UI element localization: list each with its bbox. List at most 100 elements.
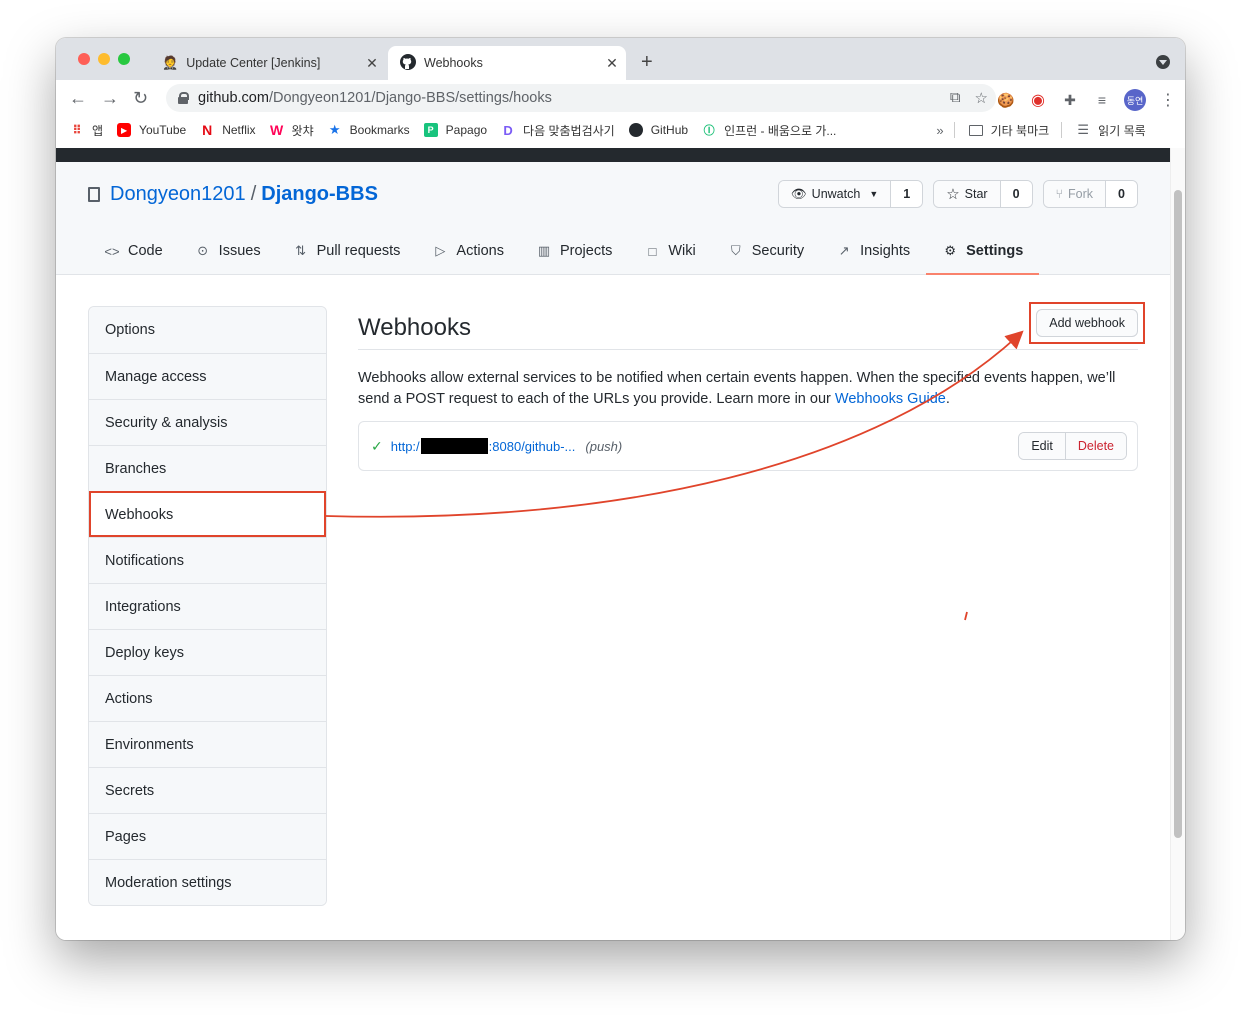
other-bookmarks[interactable]: 기타 북마크 (968, 122, 1049, 139)
sidebar-item-pages[interactable]: Pages (89, 813, 326, 859)
webhooks-guide-link[interactable]: Webhooks Guide (835, 391, 946, 407)
sidebar-item-actions[interactable]: Actions (89, 675, 326, 721)
sidebar-item-deploy-keys[interactable]: Deploy keys (89, 629, 326, 675)
bookmark-star-icon[interactable]: ☆ (975, 89, 988, 107)
add-webhook-button[interactable]: Add webhook (1036, 309, 1138, 337)
profile-avatar[interactable]: 동연 (1124, 89, 1146, 111)
github-header-band (56, 148, 1170, 162)
star-group: ☆ Star 0 (933, 180, 1033, 208)
sidebar-item-secrets[interactable]: Secrets (89, 767, 326, 813)
tab-actions[interactable]: ▷ Actions (416, 228, 520, 274)
bookmark-papago[interactable]: P Papago (423, 123, 487, 137)
dropdown-caret-icon: ▼ (869, 189, 879, 199)
browser-tab-webhooks[interactable]: Webhooks ✕ (388, 46, 626, 80)
bookmark-github[interactable]: GitHub (628, 123, 688, 137)
lock-icon (178, 92, 189, 104)
tab-pull-requests[interactable]: ⇅ Pull requests (277, 228, 417, 274)
sidebar-item-options[interactable]: Options (89, 307, 326, 353)
book-icon: □ (648, 243, 657, 259)
bookmark-daum[interactable]: D 다음 맞춤법검사기 (501, 122, 614, 139)
fork-icon: ⑂ (1055, 187, 1064, 201)
repo-header: Dongyeon1201 / Django-BBS 👁 Unwatch ▼ 1 ☆ S… (56, 162, 1170, 275)
webhooks-main: Webhooks Add webhook Webhooks allow exte… (358, 302, 1145, 471)
pull-request-icon: ⇅ (295, 243, 307, 258)
tab-search-icon[interactable] (1156, 55, 1170, 69)
translate-icon[interactable]: ⧉ (950, 89, 961, 107)
tab-insights[interactable]: ↗ Insights (820, 228, 926, 274)
shield-icon: ⛉ (730, 243, 741, 258)
sidebar-item-webhooks[interactable]: Webhooks (89, 491, 326, 537)
tab-code[interactable]: <> Code (88, 228, 179, 274)
new-tab-button[interactable]: + (641, 52, 653, 72)
browser-tab-jenkins[interactable]: 🤵 Update Center [Jenkins] ✕ (152, 46, 386, 80)
star-button[interactable]: ☆ Star (934, 181, 1001, 207)
address-bar[interactable]: github.com/Dongyeon1201/Django-BBS/setti… (166, 84, 996, 112)
bookmark-netflix[interactable]: N Netflix (200, 122, 255, 138)
bookmarks-bar: ⠿ 앱 ▶ YouTube N Netflix W 왓챠 ★ Bookmarks P Pap… (56, 116, 1185, 144)
minimize-window-button[interactable] (98, 53, 110, 65)
close-tab-icon[interactable]: ✕ (604, 55, 620, 72)
watchers-count[interactable]: 1 (891, 181, 923, 207)
repo-owner-link[interactable]: Dongyeon1201 (110, 183, 246, 206)
stars-count[interactable]: 0 (1000, 181, 1032, 207)
bookmark-bookmarks[interactable]: ★ Bookmarks (328, 122, 410, 137)
tab-wiki[interactable]: □ Wiki (628, 228, 711, 274)
sidebar-item-integrations[interactable]: Integrations (89, 583, 326, 629)
url-text: github.com/Dongyeon1201/Django-BBS/setti… (198, 90, 552, 106)
scrollbar-thumb[interactable] (1174, 190, 1182, 838)
graph-icon: ↗ (838, 243, 850, 258)
close-window-button[interactable] (78, 53, 90, 65)
close-tab-icon[interactable]: ✕ (364, 55, 380, 72)
bookmarks-overflow-icon[interactable]: » (936, 123, 943, 138)
tab-strip: 🤵 Update Center [Jenkins] ✕ Webhooks ✕ + (56, 38, 1185, 80)
unwatch-button[interactable]: 👁 Unwatch ▼ (778, 181, 892, 207)
folder-icon (968, 124, 983, 136)
daum-icon: D (503, 122, 513, 138)
tab-title: Update Center [Jenkins] (186, 56, 321, 70)
sidebar-item-security-analysis[interactable]: Security & analysis (89, 399, 326, 445)
maximize-window-button[interactable] (118, 53, 130, 65)
star-outline-icon: ☆ (946, 186, 960, 203)
bookmark-inflearn[interactable]: Ⓘ 인프런 - 배움으로 가... (702, 122, 837, 139)
github-page: Dongyeon1201 / Django-BBS 👁 Unwatch ▼ 1 ☆ S… (56, 148, 1170, 940)
back-arrow-icon[interactable]: ← (69, 89, 87, 107)
jenkins-favicon-icon: 🤵 (162, 55, 179, 70)
repo-separator: / (250, 183, 257, 205)
tab-projects[interactable]: ▥ Projects (520, 228, 628, 274)
webhook-url-link[interactable]: http:/:8080/github-... (391, 438, 575, 454)
delete-webhook-button[interactable]: Delete (1065, 433, 1126, 459)
reading-list[interactable]: ☰ 읽기 목록 (1076, 122, 1145, 139)
red-extension-icon[interactable]: ◉ (1028, 90, 1048, 110)
settings-sidebar: Options Manage access Security & analysi… (88, 306, 327, 906)
reading-list-icon: ☰ (1077, 122, 1089, 137)
sidebar-item-manage-access[interactable]: Manage access (89, 353, 326, 399)
webhooks-description: Webhooks allow external services to be n… (358, 370, 1116, 407)
forks-count[interactable]: 0 (1106, 181, 1137, 207)
bookmarks-divider (953, 122, 955, 138)
edit-webhook-button[interactable]: Edit (1019, 433, 1066, 459)
repo-name-link[interactable]: Django-BBS (261, 183, 378, 206)
github-favicon-icon (400, 53, 416, 73)
forward-arrow-icon[interactable]: → (101, 89, 119, 107)
bookmark-apps[interactable]: ⠿ 앱 (70, 122, 103, 139)
reload-icon[interactable]: ↻ (133, 89, 148, 107)
menu-kebab-icon[interactable]: ⋮ (1158, 90, 1178, 110)
puzzle-extensions-icon[interactable]: ✚ (1060, 90, 1080, 110)
sidebar-item-branches[interactable]: Branches (89, 445, 326, 491)
play-icon: ▷ (435, 243, 446, 258)
tab-settings[interactable]: ⚙ Settings (926, 228, 1040, 275)
tab-issues[interactable]: ⊙ Issues (179, 228, 277, 274)
sidebar-item-environments[interactable]: Environments (89, 721, 326, 767)
fork-button[interactable]: ⑂ Fork (1043, 181, 1107, 207)
bookmark-youtube[interactable]: ▶ YouTube (117, 123, 186, 137)
sidebar-item-moderation-settings[interactable]: Moderation settings (89, 859, 326, 905)
gear-icon: ⚙ (944, 243, 956, 258)
redacted-host (420, 438, 488, 454)
cookie-extension-icon[interactable]: 🍪 (996, 90, 1016, 110)
sidebar-item-notifications[interactable]: Notifications (89, 537, 326, 583)
tab-security[interactable]: ⛉ Security (712, 228, 820, 274)
media-control-icon[interactable]: ≡ (1092, 90, 1112, 110)
webhook-row: ✓ http:/:8080/github-... (push) Edit Del… (358, 421, 1138, 471)
project-icon: ▥ (537, 243, 551, 258)
bookmark-watcha[interactable]: W 왓챠 (270, 122, 314, 139)
